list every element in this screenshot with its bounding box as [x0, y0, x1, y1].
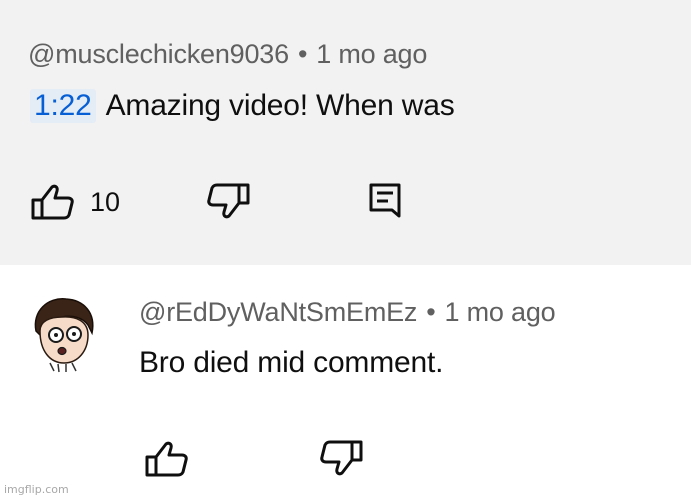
comment-username[interactable]: @musclechicken9036	[28, 39, 289, 69]
thumbs-up-icon	[31, 184, 74, 220]
thumbs-down-icon	[207, 183, 250, 219]
like-count: 10	[90, 187, 121, 217]
reply-age: 1 mo ago	[444, 297, 556, 327]
reply-dislike-button[interactable]	[318, 439, 364, 477]
avatar-illustration	[34, 298, 94, 373]
reply-icon	[369, 183, 401, 218]
comment-meta: @musclechicken9036 • 1 mo ago	[28, 39, 427, 70]
thumbs-down-icon	[320, 440, 363, 476]
avatar[interactable]	[22, 291, 104, 373]
reply-username[interactable]: @rEdDyWaNtSmEmEz	[139, 297, 417, 327]
top-comment: @musclechicken9036 • 1 mo ago 1:22 Amazing …	[0, 0, 691, 265]
reply-button[interactable]	[368, 182, 404, 220]
meta-separator: •	[297, 39, 308, 69]
thumbs-up-icon	[145, 441, 188, 477]
comment-body: 1:22 Amazing video! When was	[30, 89, 455, 123]
comment-age: 1 mo ago	[316, 39, 428, 69]
watermark: imgflip.com	[4, 483, 69, 496]
comment-text: Amazing video! When was	[105, 89, 455, 122]
reply-like-button[interactable]	[144, 440, 190, 478]
timestamp-link[interactable]: 1:22	[30, 89, 96, 123]
reply-meta: @rEdDyWaNtSmEmEz • 1 mo ago	[139, 297, 556, 328]
like-button[interactable]	[30, 183, 76, 221]
dislike-button[interactable]	[205, 182, 251, 220]
reply-text: Bro died mid comment.	[139, 346, 444, 379]
meta-separator: •	[426, 297, 436, 327]
